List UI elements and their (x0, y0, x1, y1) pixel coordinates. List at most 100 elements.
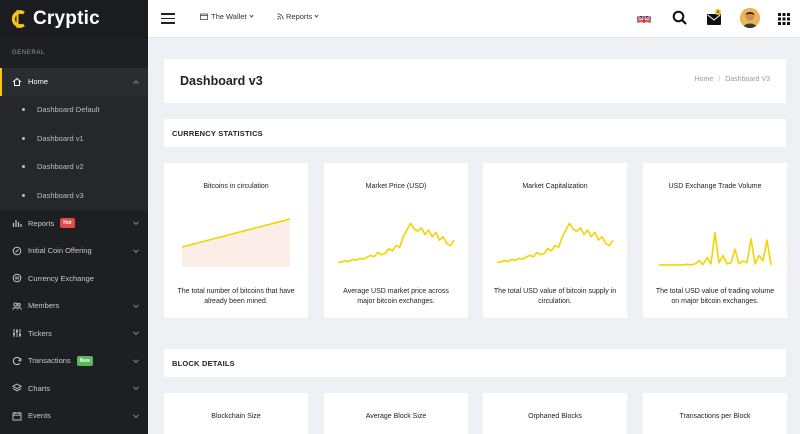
card-description: The total USD value of bitcoin supply in… (493, 288, 617, 305)
new-badge: New (76, 355, 93, 366)
bullet-icon (22, 136, 25, 140)
uk-flag-icon[interactable] (637, 13, 651, 23)
sidebar: Cryptic GENERAL Home Dashboard Default D… (0, 0, 148, 434)
block-card-orphaned-blocks: Orphaned Blocks (483, 393, 627, 434)
section-title: CURRENCY STATISTICS (172, 129, 263, 138)
chevron-down-icon (133, 329, 139, 336)
sliders-icon (12, 328, 22, 338)
card-title: Market Price (USD) (365, 183, 427, 190)
bullet-icon (22, 193, 25, 197)
chevron-up-icon (133, 80, 139, 86)
reports-label: Reports (286, 12, 313, 21)
breadcrumb-current: Dashboard V3 (725, 76, 770, 83)
sidebar-item-ico[interactable]: Initial Coin Offering (0, 237, 148, 265)
home-submenu: Dashboard Default Dashboard v1 Dashboard… (0, 95, 148, 210)
bullet-icon (22, 108, 25, 112)
top-bar: The Wallet Reports 3 (148, 0, 800, 38)
sidebar-item-label: Events (28, 411, 51, 421)
sidebar-item-label: Currency Exchange (28, 273, 94, 283)
users-icon (12, 301, 22, 311)
block-card-transactions-per-block: Transactions per Block (643, 393, 787, 434)
breadcrumb: Home / Dashboard V3 (695, 76, 770, 83)
sidebar-item-label: Charts (28, 383, 51, 393)
menu-toggle-icon[interactable] (161, 13, 175, 24)
search-icon[interactable] (672, 10, 688, 31)
hot-badge: Hot (60, 218, 75, 229)
rss-icon (277, 13, 284, 20)
sidebar-item-home[interactable]: Home (0, 68, 148, 96)
card-title: Orphaned Blocks (528, 413, 582, 420)
sidebar-item-reports[interactable]: Reports Hot (0, 210, 148, 238)
chart-series-line (659, 231, 772, 266)
bullet-icon (22, 165, 25, 169)
stat-card-trade-volume: USD Exchange Trade Volume The total USD … (643, 163, 787, 318)
layers-icon (12, 383, 22, 393)
chevron-down-icon (133, 302, 139, 308)
chevron-down-icon (133, 219, 139, 226)
wallet-icon (200, 13, 208, 20)
chevron-down-icon (133, 384, 139, 391)
sidebar-item-charts[interactable]: Charts (0, 375, 148, 403)
wallet-dropdown[interactable]: The Wallet (200, 12, 254, 21)
section-title: BLOCK DETAILS (172, 359, 235, 368)
wallet-label: The Wallet (211, 12, 247, 21)
submenu-item-dashboard-default[interactable]: Dashboard Default (0, 96, 148, 125)
brand[interactable]: Cryptic (0, 0, 148, 38)
chevron-down-icon (133, 357, 139, 363)
exchange-icon (12, 273, 22, 283)
market-cap-line-chart (496, 222, 614, 264)
currency-statistics-header: CURRENCY STATISTICS (164, 119, 786, 147)
sidebar-item-label: Home (28, 77, 49, 87)
sidebar-section-label: GENERAL (12, 50, 45, 56)
submenu-item-dashboard-v3[interactable]: Dashboard v3 (0, 181, 148, 210)
avatar[interactable] (740, 8, 760, 28)
block-card-average-block-size: Average Block Size (324, 393, 468, 434)
home-icon (12, 77, 22, 87)
sidebar-item-currency-exchange[interactable]: Currency Exchange (0, 265, 148, 293)
market-price-line-chart (337, 222, 455, 264)
sidebar-item-transactions[interactable]: Transactions New (0, 347, 148, 375)
sidebar-item-events[interactable]: Events (0, 402, 148, 430)
submenu-item-dashboard-v2[interactable]: Dashboard v2 (0, 153, 148, 182)
coin-icon (12, 246, 22, 256)
sidebar-item-members[interactable]: Members (0, 292, 148, 320)
card-title: Average Block Size (365, 413, 427, 420)
stat-card-market-capitalization: Market Capitalization The total USD valu… (483, 163, 627, 318)
sidebar-item-tickers[interactable]: Tickers (0, 320, 148, 348)
card-title: Transactions per Block (679, 413, 751, 420)
calendar-icon (12, 411, 22, 421)
chevron-down-icon (248, 13, 254, 18)
block-card-blockchain-size: Blockchain Size (164, 393, 308, 434)
bar-chart-icon (12, 218, 22, 228)
card-description: The total number of bitcoins that have a… (177, 288, 295, 305)
apps-grid-icon[interactable] (778, 12, 790, 30)
submenu-label: Dashboard v1 (37, 133, 84, 143)
submenu-label: Dashboard Default (37, 105, 100, 115)
chart-series-line (337, 222, 455, 264)
card-title: Blockchain Size (211, 413, 261, 420)
sidebar-item-label: Members (28, 301, 60, 311)
bitcoins-area-chart (181, 218, 291, 267)
card-title: USD Exchange Trade Volume (668, 183, 762, 190)
card-description: The total USD value of trading volume on… (655, 288, 775, 305)
bitcoin-logo-icon (10, 8, 28, 30)
page-header: Dashboard v3 Home / Dashboard V3 (164, 59, 786, 103)
card-description: Average USD market price across major bi… (343, 288, 449, 305)
breadcrumb-home[interactable]: Home (695, 76, 714, 83)
reports-dropdown[interactable]: Reports (277, 12, 319, 21)
trade-volume-line-chart (659, 231, 772, 266)
stat-card-bitcoins-in-circulation: Bitcoins in circulation The total number… (164, 163, 308, 318)
chevron-down-icon (314, 13, 319, 18)
submenu-label: Dashboard v3 (37, 190, 84, 200)
sidebar-item-label: Transactions (28, 356, 71, 366)
card-title: Market Capitalization (522, 183, 588, 190)
breadcrumb-separator: / (718, 76, 721, 83)
chart-series-line (496, 222, 614, 264)
submenu-label: Dashboard v2 (37, 162, 84, 172)
block-details-header: BLOCK DETAILS (164, 349, 786, 377)
sidebar-item-label: Reports (28, 218, 55, 228)
card-title: Bitcoins in circulation (203, 183, 269, 190)
submenu-item-dashboard-v1[interactable]: Dashboard v1 (0, 124, 148, 153)
sidebar-item-label: Tickers (28, 328, 52, 338)
refresh-icon (12, 356, 22, 366)
